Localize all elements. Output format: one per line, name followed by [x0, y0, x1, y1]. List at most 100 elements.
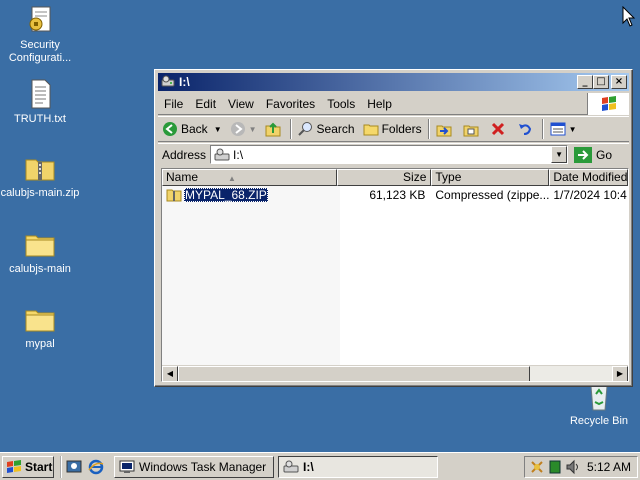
back-button[interactable]: Back ▼	[158, 118, 226, 140]
list-body: MYPAL_68.ZIP 61,123 KB Compressed (zippe…	[162, 186, 628, 366]
go-button[interactable]: Go	[574, 146, 612, 163]
sorted-column-shade	[162, 186, 340, 366]
desktop-icon-mypal[interactable]: mypal	[0, 303, 80, 351]
desktop-icon-label: calubjs-main	[9, 263, 71, 275]
taskbar-item-task-manager[interactable]: Windows Task Manager	[114, 455, 274, 478]
address-dropdown-button[interactable]: ▼	[551, 146, 568, 163]
forward-arrow-icon	[230, 122, 245, 136]
system-tray: 5:12 AM	[524, 456, 638, 478]
file-date-cell: 1/7/2024 10:4	[553, 187, 627, 202]
copy-to-button[interactable]	[459, 118, 486, 140]
standard-toolbar: Back ▼ ▼ Search Folders ▼	[158, 116, 629, 142]
file-name: MYPAL_68.ZIP	[184, 187, 268, 202]
desktop-icon-label: Security Configurati...	[8, 39, 72, 64]
file-name-cell: MYPAL_68.ZIP	[162, 187, 337, 202]
start-button[interactable]: Start	[2, 455, 54, 478]
menu-view[interactable]: View	[222, 97, 260, 111]
search-button[interactable]: Search	[294, 118, 359, 140]
folders-icon	[363, 124, 379, 136]
up-folder-button[interactable]	[261, 118, 288, 140]
views-icon	[550, 122, 566, 136]
window-title: I:\	[179, 75, 190, 89]
menu-bar: File Edit View Favorites Tools Help	[158, 93, 629, 115]
network-tray-icon[interactable]	[549, 459, 561, 475]
address-input[interactable]: I:\ ▼	[210, 145, 569, 164]
security-tray-icon[interactable]	[529, 459, 545, 475]
desktop-icon-label: calubjs-main.zip	[0, 187, 80, 199]
task-manager-icon	[119, 460, 135, 473]
close-button[interactable]: ×	[611, 75, 627, 89]
undo-button[interactable]	[513, 118, 540, 140]
minimize-button[interactable]: _	[577, 75, 593, 89]
file-type-cell: Compressed (zippe...	[435, 187, 550, 202]
desktop-icon-recycle-bin[interactable]: Recycle Bin	[559, 380, 639, 428]
address-bar: Address I:\ ▼ Go	[158, 143, 629, 165]
chevron-down-icon[interactable]: ▼	[214, 125, 222, 134]
clock[interactable]: 5:12 AM	[587, 460, 631, 474]
folders-button[interactable]: Folders	[359, 118, 426, 140]
security-config-icon	[29, 6, 51, 32]
menu-edit[interactable]: Edit	[189, 97, 222, 111]
table-row[interactable]: MYPAL_68.ZIP 61,123 KB Compressed (zippe…	[162, 186, 628, 203]
scroll-thumb[interactable]	[178, 366, 530, 381]
desktop-icon-label: TRUTH.txt	[14, 113, 66, 125]
column-header-name[interactable]: Name ▲	[162, 169, 337, 186]
menu-favorites[interactable]: Favorites	[260, 97, 321, 111]
folder-icon	[25, 310, 55, 332]
taskbar-item-explorer[interactable]: I:\	[278, 455, 438, 478]
desktop-icon-calubjs-main[interactable]: calubjs-main	[0, 228, 80, 276]
mouse-cursor-icon	[622, 6, 636, 27]
address-label: Address	[162, 147, 207, 162]
windows-logo-icon	[587, 93, 629, 115]
drive-icon	[283, 460, 299, 472]
text-file-icon	[31, 79, 51, 109]
column-header-type[interactable]: Type	[431, 169, 550, 186]
delete-icon	[491, 122, 504, 136]
folder-icon	[25, 235, 55, 257]
file-list-view[interactable]: Name ▲ Size Type Date Modified MYPAL_68.Z…	[161, 168, 629, 382]
views-button[interactable]: ▼	[546, 118, 581, 140]
move-to-button[interactable]	[432, 118, 459, 140]
drive-icon	[214, 148, 230, 160]
toolbar-separator	[541, 119, 544, 139]
desktop-icon-security-config[interactable]: Security Configurati...	[0, 4, 80, 65]
show-desktop-icon[interactable]	[66, 459, 82, 475]
sort-ascending-icon: ▲	[228, 174, 236, 183]
toolbar-separator	[289, 119, 292, 139]
go-arrow-icon	[574, 146, 593, 163]
file-size-cell: 61,123 KB	[369, 187, 426, 202]
internet-explorer-icon[interactable]	[88, 459, 104, 475]
chevron-down-icon[interactable]: ▼	[249, 125, 257, 134]
quick-launch	[60, 455, 104, 478]
column-header-size[interactable]: Size	[336, 169, 432, 186]
move-to-icon	[436, 125, 452, 137]
windows-logo-icon	[7, 459, 21, 473]
menu-help[interactable]: Help	[361, 97, 398, 111]
menu-file[interactable]: File	[158, 97, 189, 111]
window-titlebar[interactable]: I:\ _ □ ×	[158, 73, 629, 91]
address-value: I:\	[233, 147, 244, 162]
volume-tray-icon[interactable]	[565, 459, 581, 475]
horizontal-scrollbar[interactable]: ◀ ▶	[162, 365, 628, 381]
drive-icon	[161, 75, 175, 87]
back-arrow-icon	[163, 122, 177, 136]
column-header-date-modified[interactable]: Date Modified	[549, 169, 628, 186]
undo-icon	[518, 124, 531, 135]
scroll-left-button[interactable]: ◀	[162, 366, 178, 381]
list-header: Name ▲ Size Type Date Modified	[162, 169, 628, 186]
toolbar-separator	[427, 119, 430, 139]
zip-folder-icon	[25, 159, 55, 181]
desktop-icon-truth-txt[interactable]: TRUTH.txt	[0, 78, 80, 126]
desktop-icon-calubjs-zip[interactable]: calubjs-main.zip	[0, 152, 80, 200]
scroll-right-button[interactable]: ▶	[612, 366, 628, 381]
menu-tools[interactable]: Tools	[321, 97, 361, 111]
explorer-window[interactable]: I:\ _ □ × File Edit View Favorites Tools…	[154, 69, 633, 387]
desktop-icon-label: Recycle Bin	[569, 415, 629, 427]
taskbar: Start Windows Task Manager I:\ 5:12 AM	[0, 452, 640, 480]
up-folder-icon	[265, 122, 281, 137]
forward-button[interactable]: ▼	[226, 118, 261, 140]
delete-button[interactable]	[486, 118, 513, 140]
zip-folder-icon	[166, 189, 182, 201]
chevron-down-icon[interactable]: ▼	[569, 125, 577, 134]
maximize-button[interactable]: □	[593, 75, 609, 89]
